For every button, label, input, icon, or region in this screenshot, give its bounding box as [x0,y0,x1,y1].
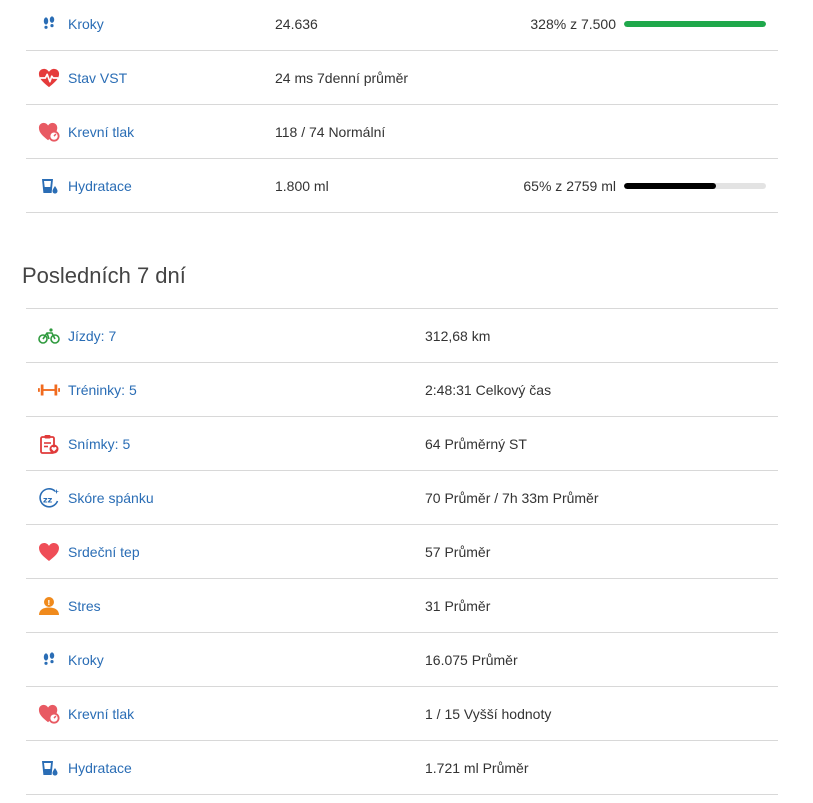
steps-value: 24.636 [275,15,318,32]
bicycle-icon [38,325,60,347]
heart-gauge-icon [38,121,60,143]
list-item-workouts[interactable]: Tréninky: 5 2:48:31 Celkový čas [26,363,778,417]
list-item-rides[interactable]: Jízdy: 7 312,68 km [26,309,778,363]
rides-label[interactable]: Jízdy: 7 [68,328,116,344]
steps-7d-label[interactable]: Kroky [68,652,104,668]
list-item-heart-rate[interactable]: Srdeční tep 57 Průměr [26,525,778,579]
sleep-score-icon: zz [38,487,60,509]
hydration-progress-bar [624,182,766,189]
list-item-snapshots[interactable]: Snímky: 5 64 Průměrný ST [26,417,778,471]
list-item-steps[interactable]: Kroky 24.636 328% z 7.500 [26,0,778,51]
list-item-blood-pressure[interactable]: Krevní tlak 118 / 74 Normální [26,105,778,159]
list-item-stress[interactable]: ! Stres 31 Průměr [26,579,778,633]
workouts-value: 2:48:31 Celkový čas [425,381,552,398]
sleep-score-label[interactable]: Skóre spánku [68,490,154,506]
steps-goal: 328% z 7.500 [530,16,766,32]
snapshots-value: 64 Průměrný ST [425,435,527,452]
dumbbell-icon [38,379,60,401]
snapshots-label[interactable]: Snímky: 5 [68,436,130,452]
hydration-value: 1.800 ml [275,177,329,194]
stress-label[interactable]: Stres [68,598,101,614]
hydration-goal: 65% z 2759 ml [523,178,766,194]
svg-text:zz: zz [43,495,53,504]
steps-progress-bar [624,20,766,27]
heart-icon [38,541,60,563]
hydration-7d-label[interactable]: Hydratace [68,760,132,776]
list-item-sleep-score[interactable]: zz Skóre spánku 70 Průměr / 7h 33m Průmě… [26,471,778,525]
section-title-last-7-days: Posledních 7 dní [22,263,186,288]
blood-pressure-7d-value: 1 / 15 Vyšší hodnoty [425,705,552,722]
heart-rate-value: 57 Průměr [425,543,491,560]
steps-goal-text: 328% z 7.500 [530,15,616,32]
hydration-7d-value: 1.721 ml Průměr [425,759,529,776]
heart-pulse-icon [38,67,60,89]
last-7-days-table: Jízdy: 7 312,68 km Tréninky: 5 2:48:31 C… [26,308,778,795]
steps-7d-value: 16.075 Průměr [425,651,518,668]
footsteps-icon [38,649,60,671]
footsteps-icon [38,13,60,35]
hrv-label[interactable]: Stav VST [68,70,127,86]
blood-pressure-label[interactable]: Krevní tlak [68,124,134,140]
list-item-steps-7d[interactable]: Kroky 16.075 Průměr [26,633,778,687]
stress-value: 31 Průměr [425,597,491,614]
today-summary-table: Kroky 24.636 328% z 7.500 Stav VST 24 ms… [26,0,778,213]
svg-text:!: ! [47,599,50,607]
water-glass-icon [38,175,60,197]
water-glass-icon [38,757,60,779]
list-item-blood-pressure-7d[interactable]: Krevní tlak 1 / 15 Vyšší hodnoty [26,687,778,741]
hydration-label[interactable]: Hydratace [68,178,132,194]
sleep-score-value: 70 Průměr / 7h 33m Průměr [425,489,599,506]
steps-progress-fill [624,20,766,27]
list-item-hydration-7d[interactable]: Hydratace 1.721 ml Průměr [26,741,778,795]
workouts-label[interactable]: Tréninky: 5 [68,382,137,398]
rides-value: 312,68 km [425,327,491,344]
heart-rate-label[interactable]: Srdeční tep [68,544,140,560]
hrv-value: 24 ms 7denní průměr [275,69,409,86]
list-item-hrv[interactable]: Stav VST 24 ms 7denní průměr [26,51,778,105]
heart-gauge-icon [38,703,60,725]
stress-person-icon: ! [38,595,60,617]
steps-label[interactable]: Kroky [68,16,104,32]
hydration-goal-text: 65% z 2759 ml [523,177,616,194]
hydration-progress-fill [624,182,717,189]
list-item-hydration[interactable]: Hydratace 1.800 ml 65% z 2759 ml [26,159,778,213]
blood-pressure-value: 118 / 74 Normální [275,123,386,140]
blood-pressure-7d-label[interactable]: Krevní tlak [68,706,134,722]
clipboard-heart-icon [38,433,60,455]
